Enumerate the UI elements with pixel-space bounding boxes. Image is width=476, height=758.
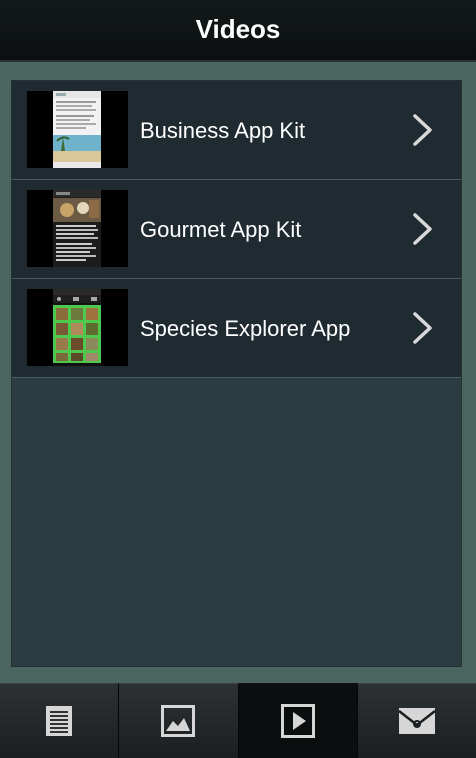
gourmet-app-screenshot-icon [53, 190, 101, 267]
business-app-screenshot-icon [53, 91, 101, 168]
list-item-label: Species Explorer App [140, 315, 351, 341]
chevron-right-icon [413, 114, 432, 146]
header-bar: Videos [0, 0, 476, 62]
tab-articles[interactable] [0, 683, 120, 758]
tab-photos[interactable] [119, 683, 239, 758]
play-icon [280, 704, 315, 738]
species-explorer-screenshot-icon [53, 289, 101, 366]
tab-videos[interactable] [238, 683, 358, 758]
video-thumbnail [27, 91, 128, 168]
video-list: Business App Kit Gourmet App Kit Species… [11, 80, 462, 667]
page-title: Videos [195, 13, 281, 44]
photo-icon [161, 705, 196, 737]
video-thumbnail [27, 289, 128, 366]
list-item-label: Business App Kit [140, 117, 306, 143]
envelope-icon [398, 708, 436, 734]
chevron-right-icon [413, 213, 432, 245]
list-item-gourmet-app-kit[interactable]: Gourmet App Kit [12, 180, 461, 279]
list-item-business-app-kit[interactable]: Business App Kit [12, 81, 461, 180]
list-item-label: Gourmet App Kit [140, 216, 302, 242]
chevron-right-icon [413, 312, 432, 344]
tab-contact[interactable] [357, 683, 476, 758]
list-item-species-explorer-app[interactable]: Species Explorer App [12, 279, 461, 378]
tab-bar [0, 683, 476, 758]
document-icon [46, 706, 73, 736]
video-thumbnail [27, 190, 128, 267]
